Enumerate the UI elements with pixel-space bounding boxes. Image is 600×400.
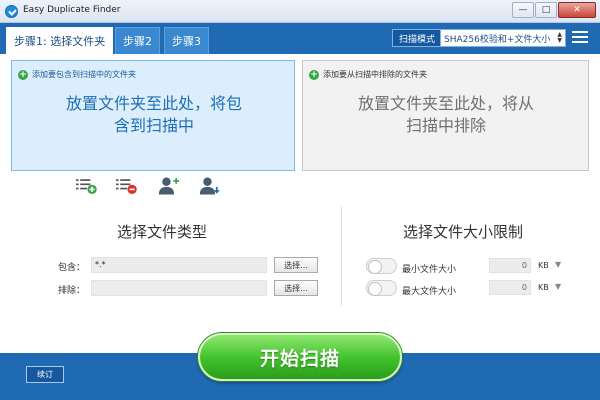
exclude-types-label: 排除： xyxy=(57,286,85,296)
scan-mode-label: 扫描模式 xyxy=(392,29,443,47)
max-size-label: 最大文件大小 xyxy=(402,287,457,297)
scan-mode-select[interactable]: SHA256校验和+文件大小 ▲ ▼ xyxy=(440,29,566,47)
max-size-unit[interactable]: KB xyxy=(538,283,549,292)
minimize-button[interactable]: — xyxy=(512,2,534,18)
exclude-panel-heading[interactable]: + 添加要从扫描中排除的文件夹 xyxy=(309,69,427,80)
min-size-input[interactable]: 0 xyxy=(489,258,531,273)
max-size-input[interactable]: 0 xyxy=(489,280,531,295)
include-types-label: 包含： xyxy=(57,263,85,273)
include-heading-text: 添加要包含到扫描中的文件夹 xyxy=(32,70,136,79)
include-browse-button[interactable]: 选择... xyxy=(274,257,318,273)
select-arrows-icon: ▲ ▼ xyxy=(557,31,562,44)
size-limits-title: 选择文件大小限制 xyxy=(403,223,524,241)
add-circle-icon: + xyxy=(309,69,319,80)
scan-mode-value: SHA256校验和+文件大小 xyxy=(444,34,551,45)
exclude-types-input[interactable] xyxy=(91,280,267,296)
max-size-toggle[interactable] xyxy=(366,280,397,296)
renew-button[interactable]: 续订 xyxy=(26,366,64,383)
window-title: Easy Duplicate Finder xyxy=(23,5,121,15)
tab-step2[interactable]: 步骤2 xyxy=(115,27,160,54)
window-controls: — □ ✕ xyxy=(512,2,596,18)
hamburger-menu-icon[interactable] xyxy=(572,31,588,45)
add-circle-icon: + xyxy=(18,69,28,80)
exclude-browse-button[interactable]: 选择... xyxy=(274,280,318,296)
include-panel-heading[interactable]: + 添加要包含到扫描中的文件夹 xyxy=(18,69,136,80)
add-list-icon[interactable] xyxy=(76,176,98,196)
app-logo-icon xyxy=(5,5,18,18)
chevron-down-icon[interactable]: ▼ xyxy=(555,260,561,269)
start-scan-button[interactable]: 开始扫描 xyxy=(198,333,402,381)
tab-step1[interactable]: 步骤1: 选择文件夹 xyxy=(6,27,114,54)
min-size-toggle[interactable] xyxy=(366,258,397,274)
include-folder-dropzone[interactable]: + 添加要包含到扫描中的文件夹 放置文件夹至此处，将包含到扫描中 xyxy=(11,60,295,171)
exclude-heading-text: 添加要从扫描中排除的文件夹 xyxy=(323,70,427,79)
add-user-icon[interactable] xyxy=(158,176,180,196)
exclude-folder-dropzone[interactable]: + 添加要从扫描中排除的文件夹 放置文件夹至此处，将从扫描中排除 xyxy=(302,60,589,171)
header-bar: 步骤1: 选择文件夹 步骤2 步骤3 扫描模式 SHA256校验和+文件大小 ▲… xyxy=(0,23,600,54)
include-drop-text: 放置文件夹至此处，将包含到扫描中 xyxy=(65,94,242,135)
title-bar: Easy Duplicate Finder — □ ✕ xyxy=(0,0,600,23)
tab-step3[interactable]: 步骤3 xyxy=(164,27,209,54)
min-size-unit[interactable]: KB xyxy=(538,261,549,270)
chevron-down-icon[interactable]: ▼ xyxy=(555,282,561,291)
section-divider xyxy=(341,206,342,306)
min-size-label: 最小文件大小 xyxy=(402,265,457,275)
user-download-icon[interactable] xyxy=(199,176,221,196)
remove-list-icon[interactable] xyxy=(116,176,138,196)
file-types-title: 选择文件类型 xyxy=(117,223,208,241)
close-button[interactable]: ✕ xyxy=(558,2,596,18)
include-types-input[interactable]: *.* xyxy=(91,257,267,273)
exclude-drop-text: 放置文件夹至此处，将从扫描中排除 xyxy=(357,94,534,135)
maximize-button[interactable]: □ xyxy=(535,2,557,18)
